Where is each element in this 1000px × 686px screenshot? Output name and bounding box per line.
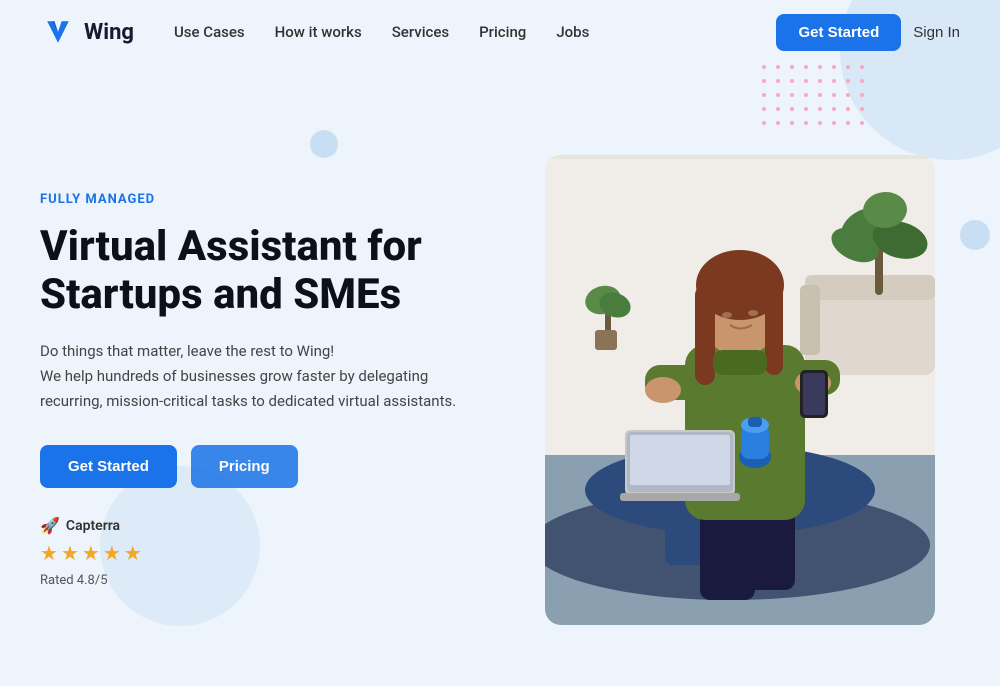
logo-icon [40, 14, 76, 50]
hero-badge: FULLY MANAGED [40, 192, 480, 207]
nav-pricing[interactable]: Pricing [479, 23, 526, 41]
nav-get-started-button[interactable]: Get Started [776, 14, 901, 51]
star-4: ★ [103, 541, 121, 565]
logo[interactable]: Wing [40, 14, 134, 50]
hero-title: Virtual Assistant for Startups and SMEs [40, 223, 480, 320]
hero-description: Do things that matter, leave the rest to… [40, 339, 460, 413]
navbar: Wing Use Cases How it works Services Pri… [0, 0, 1000, 64]
hero-left: FULLY MANAGED Virtual Assistant for Star… [40, 192, 520, 589]
nav-use-cases[interactable]: Use Cases [174, 23, 245, 41]
nav-actions: Get Started Sign In [776, 14, 960, 51]
nav-services[interactable]: Services [392, 23, 449, 41]
capterra-icon: 🚀 [40, 516, 60, 535]
rated-text: Rated 4.8/5 [40, 573, 480, 588]
hero-pricing-button[interactable]: Pricing [191, 445, 298, 488]
star-5: ★ [124, 541, 142, 565]
star-2: ★ [61, 541, 79, 565]
star-rating: ★ ★ ★ ★ ★ [40, 541, 480, 565]
capterra-label: 🚀 Capterra [40, 516, 480, 535]
logo-text: Wing [84, 20, 134, 45]
star-3: ★ [82, 541, 100, 565]
nav-sign-in-button[interactable]: Sign In [913, 24, 960, 41]
hero-get-started-button[interactable]: Get Started [40, 445, 177, 488]
star-1: ★ [40, 541, 58, 565]
hero-right [520, 155, 960, 625]
nav-how-it-works[interactable]: How it works [275, 23, 362, 41]
hero-section: FULLY MANAGED Virtual Assistant for Star… [0, 64, 1000, 686]
nav-links: Use Cases How it works Services Pricing … [174, 23, 776, 41]
capterra-text: Capterra [66, 518, 120, 534]
capterra-area: 🚀 Capterra ★ ★ ★ ★ ★ Rated 4.8/5 [40, 516, 480, 588]
hero-image [545, 155, 935, 625]
hero-buttons: Get Started Pricing [40, 445, 480, 488]
nav-jobs[interactable]: Jobs [556, 23, 589, 41]
hero-illustration [545, 155, 935, 625]
